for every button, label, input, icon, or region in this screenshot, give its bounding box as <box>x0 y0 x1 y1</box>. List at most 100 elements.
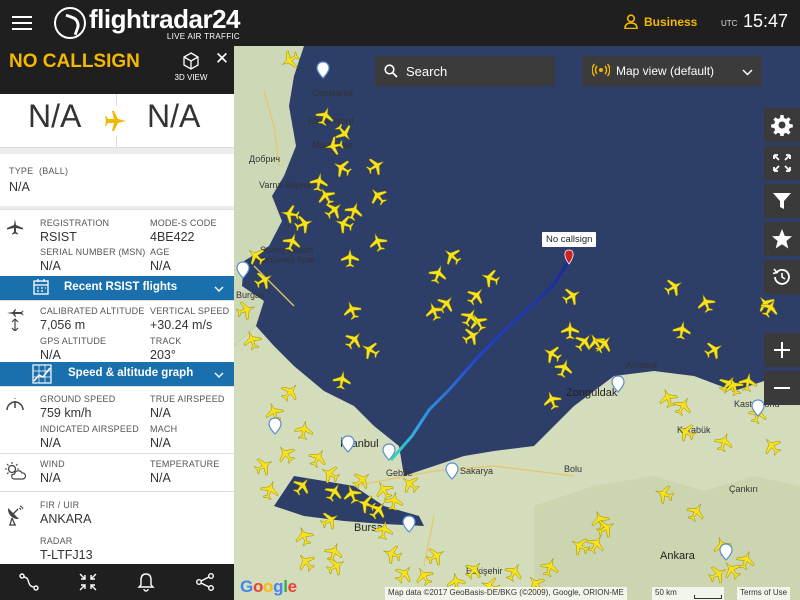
aircraft-marker-icon[interactable] <box>540 342 565 367</box>
aircraft-marker-icon[interactable] <box>365 183 390 208</box>
aircraft-marker-icon[interactable] <box>538 555 561 578</box>
aircraft-marker-icon[interactable] <box>349 467 374 492</box>
aircraft-marker-icon[interactable] <box>674 420 699 445</box>
recent-flights-toggle[interactable]: Recent RSIST flights <box>0 276 234 300</box>
aircraft-marker-icon[interactable] <box>694 291 717 314</box>
serial-label: SERIAL NUMBER (MSN) <box>40 247 146 257</box>
aircraft-marker-icon[interactable] <box>560 284 585 309</box>
aircraft-marker-icon[interactable] <box>258 478 281 501</box>
aircraft-marker-icon[interactable] <box>591 331 616 356</box>
3d-view-button[interactable]: 3D VIEW <box>173 52 209 82</box>
playback-button[interactable] <box>764 260 800 294</box>
aircraft-marker-icon[interactable] <box>280 230 303 253</box>
aircraft-marker-icon[interactable] <box>358 338 383 363</box>
center-on-flight-icon[interactable] <box>68 568 108 596</box>
aircraft-marker-icon[interactable] <box>710 534 733 557</box>
aircraft-marker-icon[interactable] <box>234 298 257 321</box>
aircraft-marker-icon[interactable] <box>702 338 727 363</box>
menu-icon[interactable] <box>12 8 42 38</box>
close-icon[interactable]: ✕ <box>214 49 230 69</box>
aircraft-marker-icon[interactable] <box>746 402 769 425</box>
aircraft-marker-icon[interactable] <box>273 441 298 466</box>
aircraft-marker-icon[interactable] <box>289 473 314 498</box>
aircraft-marker-icon[interactable] <box>340 248 360 268</box>
aircraft-marker-icon[interactable] <box>309 172 330 193</box>
aircraft-marker-icon[interactable] <box>340 298 363 321</box>
aircraft-marker-icon[interactable] <box>243 243 268 268</box>
aircraft-marker-icon[interactable] <box>278 48 303 73</box>
aircraft-marker-icon[interactable] <box>568 534 593 559</box>
aircraft-marker-icon[interactable] <box>719 557 744 582</box>
settings-button[interactable] <box>764 108 800 142</box>
aircraft-marker-icon[interactable] <box>354 492 377 515</box>
selected-flight-label[interactable]: No callsign <box>542 232 597 247</box>
aircraft-marker-icon[interactable] <box>277 379 302 404</box>
aircraft-marker-icon[interactable] <box>332 370 353 391</box>
aircraft-marker-icon[interactable] <box>318 508 343 533</box>
aircraft-marker-icon[interactable] <box>324 554 349 579</box>
aircraft-marker-icon[interactable] <box>322 480 347 505</box>
destination-airport: N/A <box>147 98 201 134</box>
speed-altitude-graph-toggle[interactable]: Speed & altitude graph <box>0 362 234 386</box>
aircraft-marker-icon[interactable] <box>684 500 709 525</box>
aircraft-marker-icon[interactable] <box>292 524 315 547</box>
share-icon[interactable] <box>185 568 225 596</box>
terms-of-use-link[interactable]: Terms of Use <box>737 587 791 600</box>
aircraft-marker-icon[interactable] <box>262 400 285 423</box>
aircraft-marker-icon[interactable] <box>324 136 345 157</box>
bell-icon[interactable] <box>126 568 166 596</box>
aircraft-marker-icon[interactable] <box>364 154 389 179</box>
map-canvas[interactable]: Constanța Eforie Nord Мангалия Добрич Va… <box>234 46 800 600</box>
aircraft-marker-icon[interactable] <box>461 557 486 582</box>
aircraft-marker-icon[interactable] <box>656 386 679 409</box>
aircraft-marker-icon[interactable] <box>240 328 263 351</box>
zoom-in-button[interactable] <box>764 333 800 367</box>
aircraft-marker-icon[interactable] <box>652 482 675 505</box>
aircraft-marker-icon[interactable] <box>552 356 575 379</box>
aircraft-marker-icon[interactable] <box>439 243 464 268</box>
aircraft-marker-icon[interactable] <box>306 446 331 471</box>
aircraft-marker-icon[interactable] <box>478 266 501 289</box>
ground-speed-label: GROUND SPEED <box>40 394 116 404</box>
route-icon[interactable] <box>9 568 49 596</box>
aircraft-marker-icon[interactable] <box>502 560 527 585</box>
aircraft-marker-icon[interactable] <box>313 104 336 127</box>
aircraft-marker-icon[interactable] <box>322 540 345 563</box>
aircraft-marker-icon[interactable] <box>672 320 693 341</box>
aircraft-marker-icon[interactable] <box>712 430 735 453</box>
aircraft-marker-icon[interactable] <box>738 372 759 393</box>
aircraft-marker-icon[interactable] <box>662 275 687 300</box>
zoom-out-button[interactable] <box>764 371 800 405</box>
logo[interactable]: flightradar24 LIVE AIR TRAFFIC <box>54 6 241 41</box>
aircraft-marker-icon[interactable] <box>540 388 563 411</box>
aircraft-marker-icon[interactable] <box>424 544 449 569</box>
fullscreen-button[interactable] <box>764 146 800 180</box>
aircraft-marker-icon[interactable] <box>252 268 277 293</box>
aircraft-marker-icon[interactable] <box>412 564 437 589</box>
aircraft-marker-icon[interactable] <box>321 197 346 222</box>
map-view-dropdown[interactable]: Map view (default) <box>582 56 762 86</box>
aircraft-marker-icon[interactable] <box>380 542 403 565</box>
favorites-button[interactable] <box>764 222 800 256</box>
aircraft-marker-icon[interactable] <box>374 520 395 541</box>
filter-button[interactable] <box>764 184 800 218</box>
aircraft-marker-icon[interactable] <box>293 549 318 574</box>
3d-view-label: 3D VIEW <box>174 73 208 82</box>
aircraft-marker-icon[interactable] <box>391 561 416 586</box>
aircraft-marker-icon[interactable] <box>294 420 315 441</box>
search-input[interactable]: Search <box>375 56 555 86</box>
aircraft-marker-icon[interactable] <box>463 283 488 308</box>
aircraft-marker-icon[interactable] <box>280 204 301 225</box>
aircraft-marker-icon[interactable] <box>397 471 422 496</box>
business-account-button[interactable]: Business <box>624 14 697 29</box>
aircraft-marker-icon[interactable] <box>584 532 609 557</box>
aircraft-marker-icon[interactable] <box>318 462 343 487</box>
aircraft-marker-icon[interactable] <box>560 320 580 340</box>
aircraft-marker-icon[interactable] <box>366 230 389 253</box>
aircraft-marker-icon[interactable] <box>252 454 277 479</box>
aircraft-marker-icon[interactable] <box>759 433 784 458</box>
aircraft-marker-icon[interactable] <box>426 262 449 285</box>
aircraft-marker-icon[interactable] <box>330 156 355 181</box>
aircraft-marker-icon[interactable] <box>433 291 458 316</box>
aircraft-marker-icon[interactable] <box>341 327 366 352</box>
